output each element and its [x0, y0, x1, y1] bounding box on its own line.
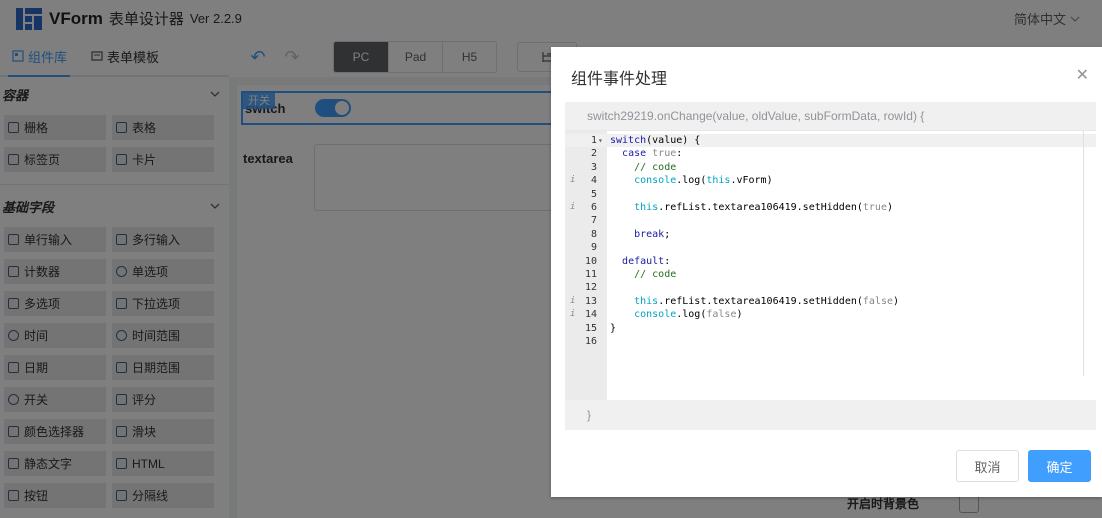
line-number: 15	[584, 322, 597, 334]
code-text: this.refList.textarea106419.setHidden(fa…	[634, 295, 900, 307]
line-number: 12	[584, 282, 597, 294]
line-number: 2	[590, 148, 597, 160]
line-number: 8	[590, 228, 597, 240]
code-line[interactable]: i 13 this.refList.textarea106419.setHidde…	[565, 295, 1096, 308]
function-closing: }	[565, 400, 1096, 430]
line-number: 6	[590, 202, 597, 213]
line-number: 10	[584, 255, 597, 267]
code-text: // code	[634, 269, 677, 280]
code-text: case true:	[622, 148, 683, 160]
code-line[interactable]: 3 // code	[565, 161, 1096, 174]
code-text: switch(value) {	[610, 135, 701, 146]
code-editor[interactable]: 1 ▾ switch(value) {2 case true: 3 // code i 4…	[565, 130, 1096, 401]
line-number: 4	[590, 175, 597, 187]
code-line[interactable]: 7	[565, 214, 1096, 227]
print-margin-line	[1083, 131, 1084, 376]
line-number: 1	[590, 135, 597, 146]
code-line[interactable]: i 14 console.log(false)	[565, 308, 1096, 321]
code-line[interactable]: 11 // code	[565, 268, 1096, 281]
line-number: 11	[584, 269, 597, 280]
code-text: // code	[634, 161, 677, 173]
line-number: 16	[584, 336, 597, 347]
code-text: console.log(this.vForm)	[634, 175, 773, 187]
code-line[interactable]: 2 case true:	[565, 147, 1096, 160]
function-signature: switch29219.onChange(value, oldValue, su…	[565, 102, 1096, 130]
line-number: 9	[590, 242, 597, 254]
code-line[interactable]: 10 default:	[565, 255, 1096, 268]
code-text: this.refList.textarea106419.setHidden(tr…	[634, 202, 894, 213]
code-text: console.log(false)	[634, 309, 743, 321]
code-line[interactable]: 5	[565, 188, 1096, 201]
code-text: break;	[634, 228, 671, 240]
code-line[interactable]: 12	[565, 281, 1096, 294]
code-line[interactable]: 9	[565, 241, 1096, 254]
code-line[interactable]: i4 console.log(this.vForm)	[565, 174, 1096, 187]
cancel-button[interactable]: 取消	[956, 450, 1019, 482]
code-text: }	[610, 322, 617, 334]
fold-toggle-icon[interactable]: ▾	[598, 134, 603, 147]
dialog-title: 组件事件处理	[571, 71, 668, 88]
line-number: 13	[584, 295, 597, 307]
close-icon[interactable]: ✕	[1076, 65, 1089, 85]
code-line[interactable]: 1 ▾ switch(value) {	[565, 134, 1096, 148]
code-line[interactable]: 15}	[565, 322, 1096, 335]
line-number: 5	[590, 188, 597, 200]
code-line[interactable]: i6 this.refList.textarea106419.setHidden…	[565, 201, 1096, 214]
line-number: 7	[590, 215, 597, 227]
confirm-button[interactable]: 确定	[1028, 450, 1091, 482]
event-handler-dialog: 组件事件处理 ✕ switch29219.onChange(value, old…	[551, 47, 1102, 497]
line-number: 3	[590, 161, 597, 173]
code-line[interactable]: 8 break;	[565, 228, 1096, 241]
code-line[interactable]: 16	[565, 335, 1096, 348]
code-text: default:	[622, 255, 671, 267]
line-number: 14	[584, 309, 597, 321]
